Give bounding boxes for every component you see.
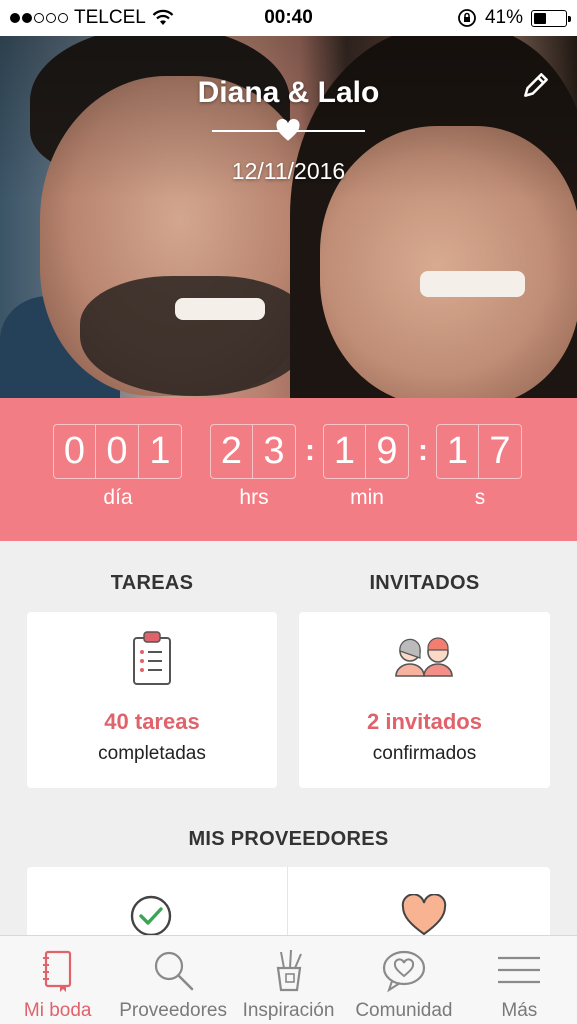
colon-separator: : xyxy=(305,434,315,467)
countdown-minutes: 1 9 xyxy=(323,424,409,479)
hours-digit: 2 xyxy=(210,424,253,479)
countdown-seconds: 1 7 xyxy=(436,424,522,479)
status-right: 41% xyxy=(457,7,571,29)
status-bar: TELCEL 00:40 41% xyxy=(0,0,577,36)
couple-photo[interactable]: Diana & Lalo 12/11/2016 xyxy=(0,36,577,398)
colon-separator: : xyxy=(418,434,428,467)
tab-mi-boda[interactable]: Mi boda xyxy=(0,936,115,1024)
days-digit: 0 xyxy=(96,424,139,479)
countdown: 0 0 1 2 3 : 1 9 : 1 7 día hrs min s xyxy=(0,398,577,541)
guests-icon xyxy=(394,637,453,677)
tab-label: Mi boda xyxy=(23,1000,92,1021)
minutes-label: min xyxy=(350,486,384,509)
tareas-card[interactable]: 40 tareas completadas xyxy=(27,612,277,788)
days-label: día xyxy=(103,486,133,509)
tab-comunidad[interactable]: Comunidad xyxy=(346,936,461,1024)
tareas-subtitle: completadas xyxy=(98,743,206,764)
menu-icon xyxy=(498,956,541,984)
tab-mas[interactable]: Más xyxy=(462,936,577,1024)
battery-percent: 41% xyxy=(484,7,523,28)
clipboard-icon xyxy=(133,631,171,685)
tab-label: Más xyxy=(501,1000,538,1021)
tareas-title: TAREAS xyxy=(110,572,194,594)
heart-bubble-icon xyxy=(382,950,426,993)
invitados-count: 2 invitados xyxy=(367,709,482,734)
invitados-subtitle: confirmados xyxy=(372,743,477,764)
tab-label: Proveedores xyxy=(119,1000,227,1021)
days-digit: 1 xyxy=(139,424,182,479)
countdown-days: 0 0 1 xyxy=(53,424,182,479)
minutes-digit: 1 xyxy=(323,424,366,479)
seconds-digit: 7 xyxy=(479,424,522,479)
invitados-title: INVITADOS xyxy=(369,572,480,594)
check-circle-icon xyxy=(130,895,172,937)
seconds-digit: 1 xyxy=(436,424,479,479)
heart-icon xyxy=(401,894,447,936)
wedding-date: 12/11/2016 xyxy=(231,158,346,184)
notebook-icon xyxy=(42,950,71,992)
battery-icon xyxy=(531,9,571,27)
couple-names: Diana & Lalo xyxy=(197,76,380,109)
rotation-lock-icon xyxy=(458,9,476,27)
invitados-card[interactable]: 2 invitados confirmados xyxy=(299,612,550,788)
hours-digit: 3 xyxy=(253,424,296,479)
tab-label: Inspiración xyxy=(242,1000,335,1021)
tab-bar: Mi boda Proveedores Inspiración Comunida… xyxy=(0,935,577,1024)
search-icon xyxy=(155,951,194,991)
heart-icon xyxy=(276,118,300,141)
countdown-hours: 2 3 xyxy=(210,424,296,479)
tab-label: Comunidad xyxy=(355,1000,453,1021)
tareas-count: 40 tareas xyxy=(104,709,200,734)
days-digit: 0 xyxy=(53,424,96,479)
minutes-digit: 9 xyxy=(366,424,409,479)
seconds-label: s xyxy=(474,486,486,509)
pencil-icon[interactable] xyxy=(519,68,553,102)
pencil-cup-icon xyxy=(276,949,302,992)
hours-label: hrs xyxy=(239,486,269,509)
proveedores-title: MIS PROVEEDORES xyxy=(188,828,389,850)
tab-proveedores[interactable]: Proveedores xyxy=(115,936,230,1024)
tab-inspiracion[interactable]: Inspiración xyxy=(231,936,346,1024)
